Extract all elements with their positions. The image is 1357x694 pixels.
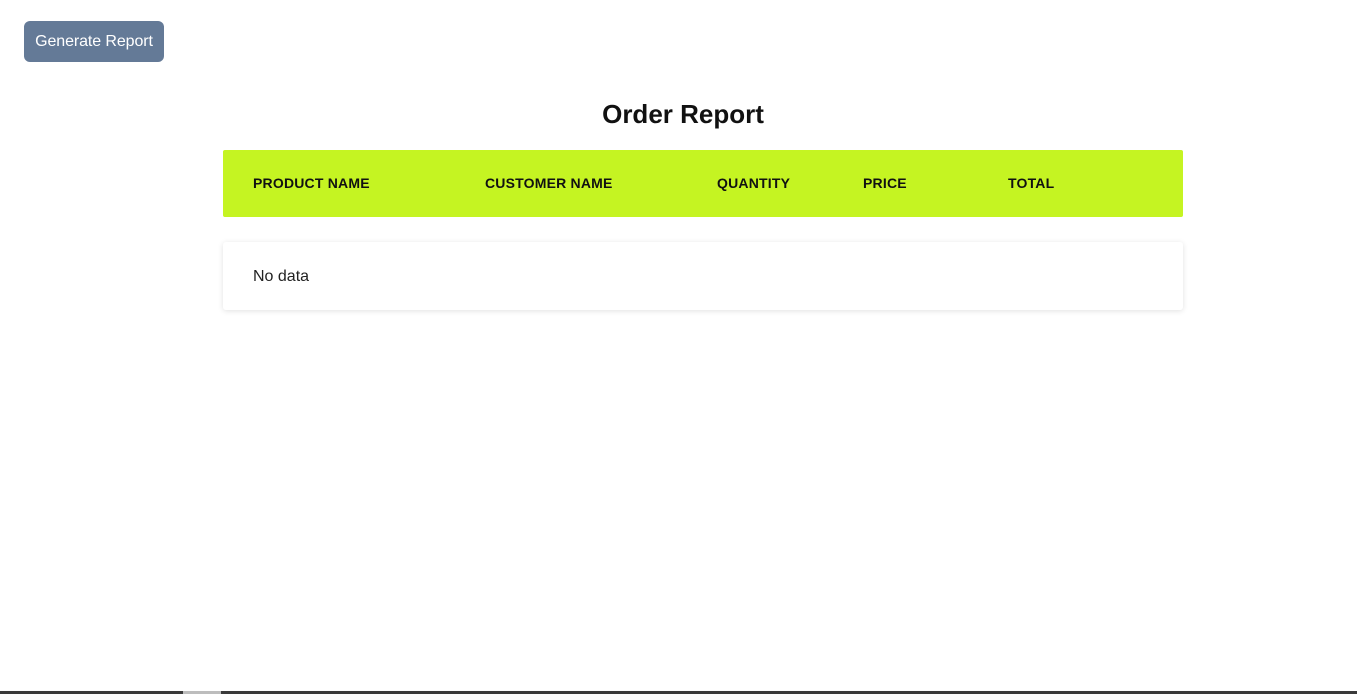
empty-state-message: No data (253, 268, 310, 285)
page-title: Order Report (602, 99, 764, 129)
page: Generate Report Order Report PRODUCT NAM… (0, 0, 1357, 694)
column-header-product-name: PRODUCT NAME (253, 175, 370, 191)
column-header-price: PRICE (863, 175, 907, 191)
column-header-customer-name: CUSTOMER NAME (485, 175, 613, 191)
table-header: PRODUCT NAME CUSTOMER NAME QUANTITY PRIC… (223, 150, 1183, 217)
column-header-quantity: QUANTITY (717, 175, 791, 191)
column-header-total: TOTAL (1008, 175, 1055, 191)
table-body: No data (223, 242, 1183, 310)
generate-report-button[interactable]: Generate Report (24, 21, 164, 62)
